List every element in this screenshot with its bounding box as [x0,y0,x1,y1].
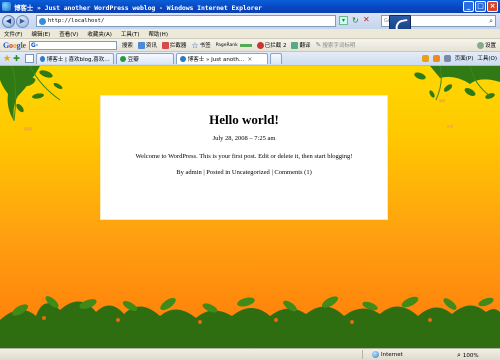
translate-icon [291,41,299,49]
google-search-button[interactable]: 搜索 [122,41,133,49]
post-title[interactable]: Hello world! [101,112,387,128]
print-icon[interactable] [443,54,451,62]
page-content: Hello world! July 28, 2008 – 7:25 am Wel… [0,66,500,348]
bookmark-star-icon: ☆ [191,40,199,50]
google-news-button[interactable]: 资讯 [137,41,157,49]
highlight-pen-icon: ✎ [315,41,322,49]
pagerank-bar [239,43,252,47]
new-tab-button[interactable] [269,53,282,64]
news-icon [137,41,145,49]
title-bar: 博客士 » Just another WordPress weblog - Wi… [0,0,500,13]
tab-label: 博客士 » Just anoth… [187,57,245,63]
page-icon [39,17,46,25]
tab-1[interactable]: 豆瓣 [115,53,174,64]
meta-separator: | [271,169,273,176]
author-prefix: By [176,169,184,176]
quick-tabs-icon[interactable] [24,54,34,63]
google-search-value: G- [30,41,39,49]
google-translate-button[interactable]: 翻译 [291,41,311,49]
google-highlight-button[interactable]: ✎ 搜索字词标明 [316,41,356,49]
favorites-center-icon[interactable]: ★ [3,54,11,64]
google-pagerank[interactable]: PageRank [216,43,252,48]
menu-bar: 文件(F) 编辑(E) 查看(V) 收藏夹(A) 工具(T) 帮助(H) [0,29,500,39]
post-body: Welcome to WordPress. This is your first… [135,153,353,160]
status-bar: Internet ⌕ 100% [0,348,500,360]
category-link[interactable]: Uncategorized [232,169,270,176]
google-bookmarks-button[interactable]: ☆ 书签 [191,41,210,50]
google-settings-button[interactable]: 设置 [476,41,496,49]
tab-label: 豆瓣 [127,57,139,63]
zoom-icon: ⌕ [457,351,461,359]
command-bar: 页面(P) 工具(O) [421,54,497,62]
refresh-button[interactable]: ↻ [352,16,359,25]
posted-in-prefix: | Posted in [203,169,231,176]
minimize-button[interactable]: _ [463,1,474,12]
tab-label: 博客士 | 喜欢blog,喜欢… [46,57,110,63]
security-zone[interactable]: Internet [372,351,403,358]
globe-icon [372,351,379,358]
tab-bar: ★ ✚ 博客士 | 喜欢blog,喜欢… 豆瓣 博客士 » Just anoth… [0,52,500,66]
address-row: ◀ ▶ http://localhost/ ▾ ↻ ✕ Google ⌕ [0,13,500,33]
menu-tools[interactable]: 工具(T) [121,30,140,38]
status-divider [362,350,363,359]
popup-blocked-icon [256,41,264,49]
forward-button[interactable]: ▶ [16,14,29,28]
menu-file[interactable]: 文件(F) [4,30,22,38]
feeds-icon[interactable] [432,54,440,62]
tab-favicon [119,56,126,62]
close-tab-icon[interactable]: × [247,56,252,63]
address-field[interactable]: http://localhost/ [36,15,336,27]
blog-post: Hello world! July 28, 2008 – 7:25 am Wel… [100,95,388,220]
ie-icon [2,2,11,11]
maximize-button[interactable]: □ [475,1,486,12]
blocker-icon [161,41,169,49]
author-link[interactable]: admin [185,169,201,176]
home-icon[interactable] [421,54,429,62]
tab-favicon [39,56,45,62]
menu-help[interactable]: 帮助(H) [149,30,168,38]
wrench-icon [476,41,484,49]
google-popup-blocked[interactable]: 已拦截 2 [256,41,286,49]
comments-link[interactable]: Comments (1) [274,169,311,176]
add-favorite-icon[interactable]: ✚ [13,54,20,64]
close-button[interactable]: × [487,1,498,12]
post-date: July 28, 2008 – 7:25 am [212,135,276,142]
google-toolbar: Google G- 搜索 资讯 拦截器 ☆ 书签 PageRank 已拦截 2 翻… [0,39,500,52]
zoom-level: 100% [462,352,479,359]
menu-edit[interactable]: 编辑(E) [31,30,50,38]
tab-favicon [179,56,186,62]
menu-favorites[interactable]: 收藏夹(A) [87,30,112,38]
address-dropdown-button[interactable]: ▾ [339,16,348,25]
menu-view[interactable]: 查看(V) [59,30,78,38]
google-logo[interactable]: Google [3,41,26,50]
zone-label: Internet [381,351,403,358]
back-button[interactable]: ◀ [2,14,15,28]
page-menu[interactable]: 页面(P) [455,54,474,62]
google-search-input[interactable]: G- [28,40,117,50]
google-blocker-button[interactable]: 拦截器 [161,41,186,49]
tools-menu[interactable]: 工具(O) [477,54,497,62]
tab-2[interactable]: 博客士 » Just anoth… × [175,53,268,64]
post-meta: By admin | Posted in Uncategorized | Com… [101,169,387,176]
search-icon[interactable]: ⌕ [489,17,493,26]
address-text[interactable]: http://localhost/ [48,18,104,24]
stop-button[interactable]: ✕ [363,15,370,24]
tab-0[interactable]: 博客士 | 喜欢blog,喜欢… [35,53,114,64]
zoom-control[interactable]: ⌕ 100% [457,351,479,360]
window-title: 博客士 » Just another WordPress weblog - Wi… [14,3,263,12]
